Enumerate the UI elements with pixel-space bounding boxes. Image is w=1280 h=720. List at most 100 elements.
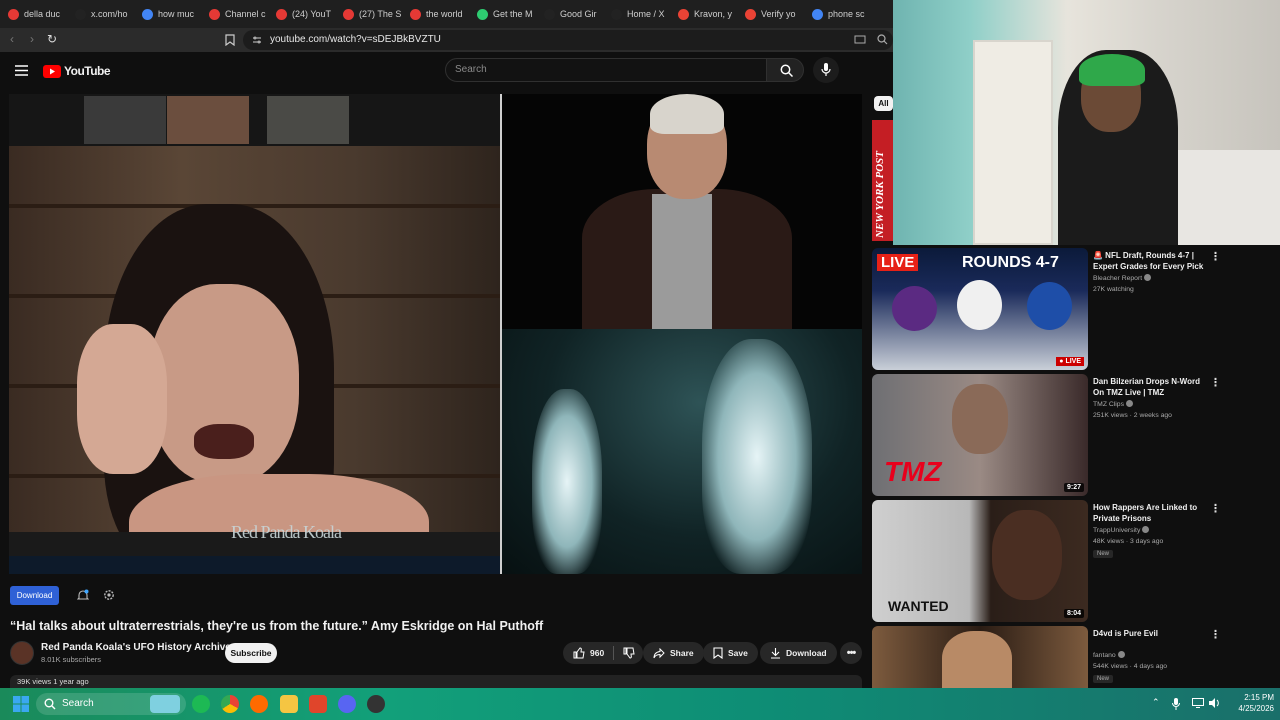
chip-all[interactable]: All: [874, 96, 893, 111]
discord-icon[interactable]: [338, 695, 356, 713]
tray-mic-icon[interactable]: [1172, 698, 1180, 710]
more-vertical-icon[interactable]: ⋮: [1210, 250, 1221, 263]
share-button[interactable]: Share: [643, 642, 704, 664]
ad-thumbnail[interactable]: NEW YORK POST: [872, 120, 893, 241]
reload-icon[interactable]: ↻: [47, 32, 57, 46]
browser-tab[interactable]: the world: [402, 0, 469, 28]
file-explorer-icon[interactable]: [280, 695, 298, 713]
browser-tab[interactable]: (27) The S: [335, 0, 402, 28]
car-widget-icon[interactable]: [150, 695, 180, 713]
recommended-meta: 251K views · 2 weeks ago: [1093, 412, 1172, 419]
browser-tab[interactable]: Get the M: [469, 0, 536, 28]
search-placeholder: Search: [455, 64, 487, 75]
app-icon-orange[interactable]: [250, 695, 268, 713]
video-thumbnail[interactable]: WANTED 8:04: [872, 500, 1088, 622]
browser-tab[interactable]: Channel c: [201, 0, 268, 28]
video-title: “Hal talks about ultraterrestrials, they…: [10, 619, 544, 633]
browser-tab[interactable]: x.com/ho: [67, 0, 134, 28]
more-vertical-icon[interactable]: ⋮: [1210, 628, 1221, 641]
tab-label: how muc: [158, 9, 195, 19]
recommended-channel[interactable]: TrappUniversity: [1093, 526, 1150, 534]
zoom-icon[interactable]: [877, 34, 888, 45]
clock-time: 2:15 PM: [1244, 693, 1274, 702]
recommended-channel[interactable]: fantano: [1093, 651, 1125, 659]
browser-tab[interactable]: Home / X: [603, 0, 670, 28]
tab-label: (27) The S: [359, 9, 402, 19]
recommended-video[interactable]: WANTED 8:04 How Rappers Are Linked to Priv…: [872, 500, 1272, 622]
recommended-video[interactable]: TMZ 9:27 Dan Bilzerian Drops N-Word On TMZ…: [872, 374, 1272, 496]
browser-tab[interactable]: Good Gir: [536, 0, 603, 28]
description-box[interactable]: 39K views 1 year ago: [10, 675, 862, 688]
url-text: youtube.com/watch?v=sDEJBkBVZTU: [270, 34, 441, 45]
browser-tab[interactable]: (24) YouT: [268, 0, 335, 28]
browser-tab[interactable]: Kravon, y: [670, 0, 737, 28]
site-info-icon[interactable]: [252, 35, 262, 45]
youtube-logo[interactable]: YouTube: [43, 64, 111, 78]
spotify-icon[interactable]: [192, 695, 210, 713]
forward-icon[interactable]: ›: [30, 32, 34, 46]
video-thumbnail[interactable]: LIVE ROUNDS 4-7 ● LIVE: [872, 248, 1088, 370]
recommended-video-title[interactable]: 🚨 NFL Draft, Rounds 4-7 | Expert Grades …: [1093, 250, 1211, 272]
recommended-channel[interactable]: Bleacher Report: [1093, 274, 1152, 282]
verified-icon: [1142, 526, 1150, 533]
thumb-text: ROUNDS 4-7: [962, 254, 1059, 271]
browser-tab[interactable]: Verify yo: [737, 0, 804, 28]
volume-icon[interactable]: [1208, 697, 1220, 709]
thumb-text: WANTED: [888, 598, 949, 614]
recommended-video[interactable]: LIVE ROUNDS 4-7 ● LIVE 🚨 NFL Draft, Rounds …: [872, 248, 1272, 370]
tab-favicon-icon: [544, 8, 555, 20]
channel-avatar[interactable]: [10, 641, 34, 665]
recommended-video[interactable]: D4vd is Pure Evil fantano 544K views · 4 d…: [872, 626, 1272, 688]
clock-date: 4/25/2026: [1238, 704, 1274, 713]
system-clock[interactable]: 2:15 PM 4/25/2026: [1222, 692, 1274, 714]
recommended-video-title[interactable]: How Rappers Are Linked to Private Prison…: [1093, 502, 1211, 524]
search-icon: [780, 64, 793, 77]
windows-start-icon[interactable]: [13, 696, 29, 712]
tray-chevron-icon[interactable]: ⌃: [1152, 697, 1160, 708]
menu-icon[interactable]: [15, 65, 28, 76]
chrome-icon[interactable]: [221, 695, 239, 713]
channel-name[interactable]: Red Panda Koala's UFO History Archive: [41, 642, 231, 653]
recommended-meta: 544K views · 4 days ago: [1093, 663, 1168, 670]
recommended-video-title[interactable]: D4vd is Pure Evil: [1093, 628, 1211, 639]
url-bar[interactable]: youtube.com/watch?v=sDEJBkBVZTU: [243, 30, 893, 50]
video-thumbnail[interactable]: [872, 626, 1088, 688]
search-input[interactable]: Search: [445, 58, 767, 82]
more-vertical-icon[interactable]: ⋮: [1210, 502, 1221, 515]
youtube-header: YouTube Search: [0, 52, 893, 92]
save-button[interactable]: Save: [703, 642, 758, 664]
bell-icon[interactable]: [77, 589, 89, 602]
bookmark-icon[interactable]: [225, 34, 235, 46]
brave-icon[interactable]: [309, 695, 327, 713]
cast-icon[interactable]: [854, 35, 866, 45]
download-extension-button[interactable]: Download: [10, 586, 59, 605]
browser-tab[interactable]: della duc: [0, 0, 67, 28]
thumbs-up-icon[interactable]: [573, 647, 585, 659]
recommended-channel[interactable]: TMZ Clips: [1093, 400, 1133, 408]
tab-favicon-icon: [410, 8, 421, 20]
settings-gear-icon[interactable]: [103, 589, 115, 601]
video-duration: 8:04: [1063, 609, 1084, 618]
tab-label: della duc: [24, 9, 61, 19]
browser-tab[interactable]: phone sc: [804, 0, 871, 28]
download-label: Download: [786, 648, 827, 658]
video-player[interactable]: Red Panda Koala: [9, 94, 862, 574]
more-actions-button[interactable]: •••: [840, 642, 862, 664]
obs-icon[interactable]: [367, 695, 385, 713]
video-thumbnail[interactable]: TMZ 9:27: [872, 374, 1088, 496]
subscribe-button[interactable]: Subscribe: [225, 643, 277, 663]
thumbs-down-icon[interactable]: [623, 647, 635, 659]
video-duration: 9:27: [1063, 483, 1084, 492]
like-count[interactable]: 960: [590, 648, 604, 658]
download-button[interactable]: Download: [760, 642, 837, 664]
tab-label: Good Gir: [560, 9, 597, 19]
video-panel-figures: [502, 329, 862, 574]
browser-tab[interactable]: how muc: [134, 0, 201, 28]
voice-search-button[interactable]: [813, 57, 839, 83]
search-button[interactable]: [766, 58, 804, 82]
nyp-logo-text: NEW YORK POST: [874, 150, 886, 238]
back-icon[interactable]: ‹: [10, 32, 14, 46]
recommended-video-title[interactable]: Dan Bilzerian Drops N-Word On TMZ Live |…: [1093, 376, 1211, 398]
more-vertical-icon[interactable]: ⋮: [1210, 376, 1221, 389]
monitor-icon[interactable]: [1192, 698, 1204, 708]
